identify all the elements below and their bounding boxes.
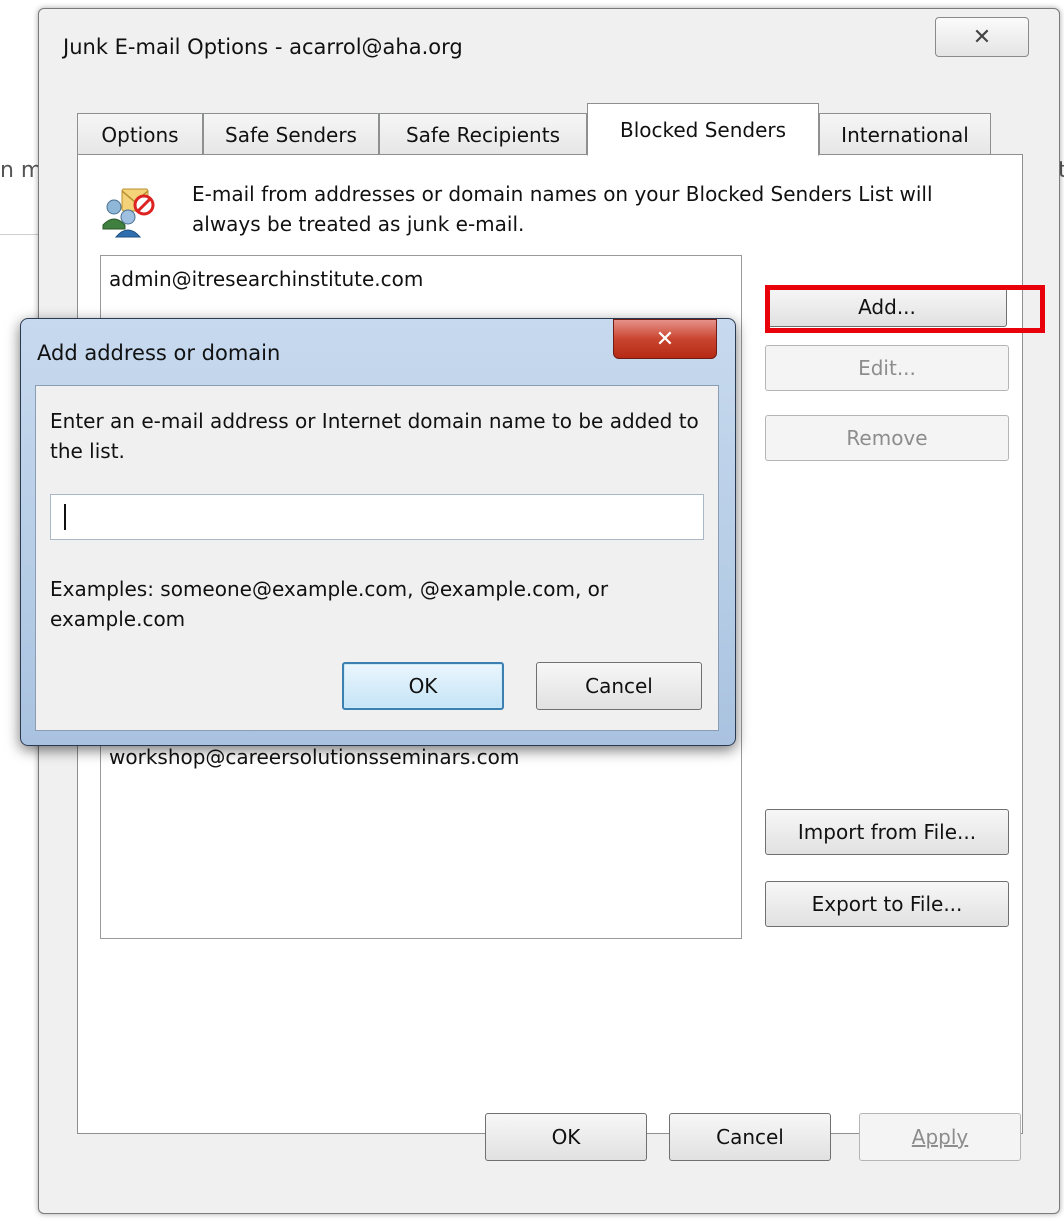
tab-options[interactable]: Options [77, 113, 203, 155]
list-item[interactable]: workshop@careersolutionsseminars.com [109, 742, 733, 772]
ok-button-label: OK [408, 674, 438, 698]
remove-button[interactable]: Remove [765, 415, 1009, 461]
tab-safe-senders[interactable]: Safe Senders [203, 113, 379, 155]
add-dialog-title: Add address or domain [37, 341, 281, 365]
export-button-label: Export to File... [811, 892, 963, 916]
import-button-label: Import from File... [797, 820, 977, 844]
edit-button[interactable]: Edit... [765, 345, 1009, 391]
add-dialog-prompt: Enter an e-mail address or Internet doma… [50, 409, 699, 463]
ok-button-label: OK [551, 1125, 581, 1149]
add-button[interactable]: Add... [767, 287, 1007, 327]
export-to-file-button[interactable]: Export to File... [765, 881, 1009, 927]
dialog-title: Junk E-mail Options - acarrol@aha.org [63, 35, 463, 59]
background-divider [0, 234, 40, 235]
close-button[interactable]: ✕ [935, 17, 1029, 57]
tab-safe-recipients[interactable]: Safe Recipients [379, 113, 587, 155]
add-address-dialog: Add address or domain ✕ Enter an e-mail … [20, 318, 736, 746]
cancel-button-label: Cancel [716, 1125, 784, 1149]
import-from-file-button[interactable]: Import from File... [765, 809, 1009, 855]
add-dialog-ok-button[interactable]: OK [342, 662, 504, 710]
address-input[interactable] [50, 494, 704, 540]
add-dialog-body: Enter an e-mail address or Internet doma… [35, 385, 719, 731]
cancel-button[interactable]: Cancel [669, 1113, 831, 1161]
text-caret [64, 504, 66, 530]
tab-label: Options [101, 122, 179, 147]
apply-button-label: Apply [911, 1125, 969, 1149]
tab-label: Blocked Senders [619, 117, 787, 142]
edit-button-label: Edit... [858, 356, 916, 380]
tab-blocked-senders[interactable]: Blocked Senders [587, 103, 819, 156]
tab-international[interactable]: International [819, 113, 991, 155]
add-dialog-close-button[interactable]: ✕ [613, 319, 717, 359]
apply-button[interactable]: Apply [859, 1113, 1021, 1161]
ok-button[interactable]: OK [485, 1113, 647, 1161]
add-button-label: Add... [858, 295, 916, 319]
tab-label: Safe Recipients [405, 122, 560, 147]
list-item[interactable]: admin@itresearchinstitute.com [109, 264, 733, 294]
cancel-button-label: Cancel [585, 674, 653, 698]
close-icon: ✕ [972, 24, 992, 50]
tab-label: Safe Senders [225, 122, 357, 147]
add-dialog-cancel-button[interactable]: Cancel [536, 662, 702, 710]
background-text-fragment: n m [0, 158, 43, 183]
add-dialog-examples: Examples: someone@example.com, @example.… [50, 577, 609, 631]
blocked-senders-icon [102, 188, 155, 238]
remove-button-label: Remove [846, 426, 928, 450]
panel-description: E-mail from addresses or domain names on… [192, 182, 933, 236]
tab-label: International [841, 122, 969, 147]
close-icon: ✕ [655, 326, 675, 352]
